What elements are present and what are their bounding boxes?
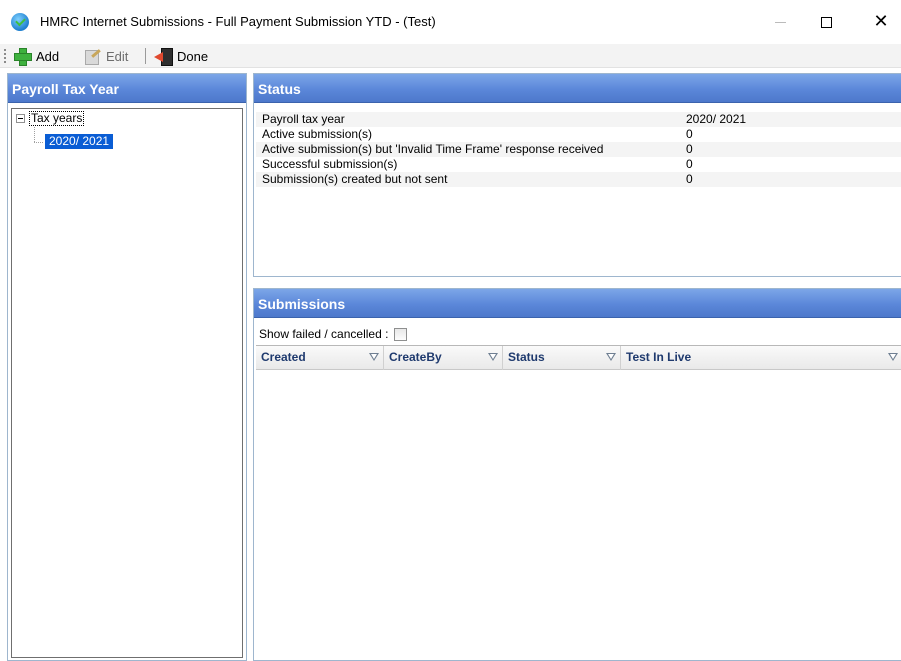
toolbar-grip-icon[interactable] — [4, 49, 6, 63]
add-icon — [13, 47, 32, 66]
column-label: Created — [261, 350, 306, 364]
tax-year-tree[interactable]: Tax years 2020/ 2021 — [11, 108, 243, 658]
status-value: 0 — [686, 127, 693, 141]
status-label: Submission(s) created but not sent — [262, 172, 448, 186]
submissions-grid[interactable]: Created CreateBy Status Test In Live — [256, 345, 901, 660]
status-value: 2020/ 2021 — [686, 112, 747, 126]
status-panel: Status Payroll tax year 2020/ 2021 Activ… — [253, 73, 901, 277]
minimize-icon — [774, 22, 786, 23]
done-label: Done — [177, 48, 209, 64]
maximize-button[interactable] — [811, 8, 841, 36]
status-value: 0 — [686, 142, 693, 156]
status-label: Active submission(s) but 'Invalid Time F… — [262, 142, 604, 156]
show-failed-toggle: Show failed / cancelled : — [259, 327, 408, 341]
status-header: Status — [254, 74, 901, 103]
exit-icon — [154, 47, 173, 66]
column-header-status[interactable]: Status — [503, 346, 621, 370]
tree-connector — [34, 142, 44, 143]
edit-label: Edit — [106, 48, 129, 64]
status-row: Payroll tax year 2020/ 2021 — [256, 112, 901, 127]
status-label: Payroll tax year — [262, 112, 345, 126]
status-list: Payroll tax year 2020/ 2021 Active submi… — [256, 112, 901, 187]
add-label: Add — [36, 48, 60, 64]
toolbar: Add Edit Done — [0, 44, 901, 68]
app-icon — [11, 13, 29, 31]
filter-icon[interactable] — [888, 353, 898, 361]
filter-icon[interactable] — [606, 353, 616, 361]
window-title: HMRC Internet Submissions - Full Payment… — [40, 14, 436, 29]
submissions-panel: Submissions Show failed / cancelled : Cr… — [253, 288, 901, 661]
filter-icon[interactable] — [488, 353, 498, 361]
minimize-button[interactable] — [765, 8, 795, 36]
status-row: Active submission(s) 0 — [256, 127, 901, 142]
add-button[interactable]: Add — [13, 46, 59, 66]
status-row: Submission(s) created but not sent 0 — [256, 172, 901, 187]
column-header-createby[interactable]: CreateBy — [384, 346, 503, 370]
status-label: Successful submission(s) — [262, 157, 398, 171]
payroll-tax-year-panel: Payroll Tax Year Tax years 2020/ 2021 — [7, 73, 247, 661]
title-bar: HMRC Internet Submissions - Full Payment… — [0, 0, 901, 44]
status-label: Active submission(s) — [262, 127, 373, 141]
collapse-icon[interactable] — [16, 114, 25, 123]
column-label: CreateBy — [389, 350, 442, 364]
toolbar-separator — [145, 48, 146, 64]
grid-header: Created CreateBy Status Test In Live — [256, 346, 901, 370]
submissions-header: Submissions — [254, 289, 901, 318]
payroll-tax-year-header: Payroll Tax Year — [8, 74, 246, 103]
show-failed-label: Show failed / cancelled : — [259, 327, 389, 341]
filter-icon[interactable] — [369, 353, 379, 361]
column-label: Status — [508, 350, 545, 364]
column-label: Test In Live — [626, 350, 692, 364]
status-row: Active submission(s) but 'Invalid Time F… — [256, 142, 901, 157]
column-header-test-in-live[interactable]: Test In Live — [621, 346, 901, 370]
status-value: 0 — [686, 157, 693, 171]
edit-icon — [83, 47, 101, 65]
close-button[interactable]: ✕ — [866, 8, 896, 36]
tree-connector — [34, 127, 35, 143]
column-header-created[interactable]: Created — [256, 346, 384, 370]
done-button[interactable]: Done — [154, 46, 208, 66]
tree-node-tax-years[interactable]: Tax years — [29, 111, 85, 126]
edit-button[interactable]: Edit — [83, 46, 128, 66]
show-failed-checkbox[interactable] — [394, 327, 408, 341]
maximize-icon — [820, 17, 832, 28]
status-row: Successful submission(s) 0 — [256, 157, 901, 172]
status-value: 0 — [686, 172, 693, 186]
tree-node-2020-2021[interactable]: 2020/ 2021 — [45, 134, 114, 149]
